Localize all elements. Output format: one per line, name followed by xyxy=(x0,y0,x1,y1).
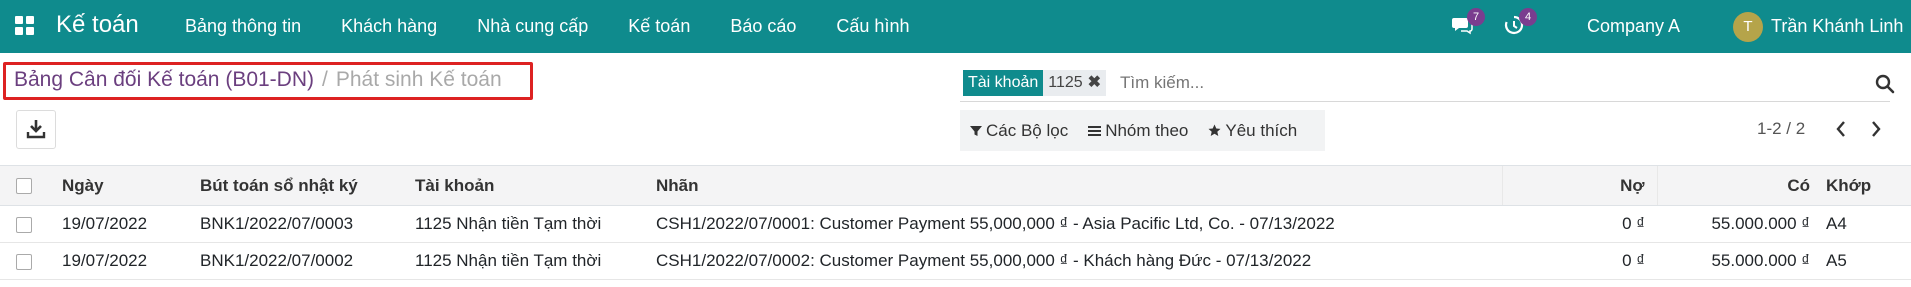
filter-bar: Các Bộ lọc Nhóm theo Yêu thích xyxy=(960,110,1325,151)
menu-item-accounting[interactable]: Kế toán xyxy=(608,0,710,53)
row-checkbox[interactable] xyxy=(16,253,32,270)
kebab-menu-icon: ⋮ xyxy=(1906,176,1911,195)
menu-item-vendors[interactable]: Nhà cung cấp xyxy=(457,0,608,53)
star-icon xyxy=(1208,124,1221,136)
facet-label: Tài khoản xyxy=(963,70,1044,96)
facet-value-wrap: 1125 ✖ xyxy=(1043,70,1107,96)
activities-badge: 4 xyxy=(1519,8,1537,26)
column-header-label[interactable]: Nhãn xyxy=(652,165,1502,206)
apps-menu-icon[interactable] xyxy=(15,16,35,36)
column-header-account[interactable]: Tài khoản xyxy=(411,165,652,206)
optional-columns-toggle[interactable]: ⋮ xyxy=(1902,165,1911,206)
cell-matching: A5 xyxy=(1822,242,1902,280)
group-by-label: Nhóm theo xyxy=(1105,120,1189,140)
cell-label: CSH1/2022/07/0001: Customer Payment 55,0… xyxy=(652,205,1502,243)
group-by-button[interactable]: Nhóm theo xyxy=(1078,121,1198,141)
filters-label: Các Bộ lọc xyxy=(986,120,1069,140)
cell-date: 19/07/2022 xyxy=(58,205,196,243)
pager-previous-icon[interactable] xyxy=(1831,118,1851,140)
row-checkbox-cell xyxy=(0,205,58,243)
column-header-matching[interactable]: Khớp xyxy=(1822,165,1902,206)
cell-empty xyxy=(1902,205,1911,243)
breadcrumb-parent-link[interactable]: Bảng Cân đối Kế toán (B01-DN) xyxy=(14,68,314,91)
menu-item-reporting[interactable]: Báo cáo xyxy=(710,0,816,53)
user-menu[interactable]: Trần Khánh Linh xyxy=(1771,0,1903,53)
company-switcher[interactable]: Company A xyxy=(1587,0,1680,53)
menu-item-customers[interactable]: Khách hàng xyxy=(321,0,457,53)
cell-move: BNK1/2022/07/0003 xyxy=(196,205,411,243)
facet-value: 1125 xyxy=(1048,74,1083,91)
breadcrumb: Bảng Cân đối Kế toán (B01-DN) / Phát sinh … xyxy=(14,68,502,92)
cell-credit: 55.000.000 ₫ xyxy=(1657,205,1822,243)
top-navbar: Kế toán Bảng thông tin Khách hàng Nhà cu… xyxy=(0,0,1911,53)
table-header-row: Ngày Bút toán sổ nhật ký Tài khoản Nhãn … xyxy=(0,165,1911,206)
column-header-credit[interactable]: Có xyxy=(1656,165,1822,206)
cell-debit: 0 ₫ xyxy=(1502,205,1657,243)
move-lines-table: Ngày Bút toán sổ nhật ký Tài khoản Nhãn … xyxy=(0,165,1911,280)
column-header-debit[interactable]: Nợ xyxy=(1501,165,1657,206)
cell-label: CSH1/2022/07/0002: Customer Payment 55,0… xyxy=(652,242,1502,280)
select-all-checkbox[interactable] xyxy=(16,178,32,195)
cell-empty xyxy=(1902,242,1911,280)
cell-matching: A4 xyxy=(1822,205,1902,243)
column-header-move[interactable]: Bút toán sổ nhật ký xyxy=(196,165,411,206)
cell-debit: 0 ₫ xyxy=(1502,242,1657,280)
search-input[interactable] xyxy=(1120,69,1820,97)
row-checkbox[interactable] xyxy=(16,216,32,233)
download-icon xyxy=(26,120,46,139)
search-bar: Tài khoản 1125 ✖ xyxy=(960,69,1895,102)
search-facet: Tài khoản 1125 ✖ xyxy=(963,70,1107,96)
group-by-bars-icon xyxy=(1088,125,1102,136)
row-checkbox-cell xyxy=(0,242,58,280)
favorites-label: Yêu thích xyxy=(1225,120,1298,140)
facet-remove-icon[interactable]: ✖ xyxy=(1088,70,1101,96)
column-header-date[interactable]: Ngày xyxy=(58,165,196,206)
app-brand[interactable]: Kế toán xyxy=(56,11,139,39)
search-icon[interactable] xyxy=(1875,74,1895,94)
messages-badge: 7 xyxy=(1467,8,1485,26)
filters-button[interactable]: Các Bộ lọc xyxy=(960,121,1078,141)
menu-item-dashboard[interactable]: Bảng thông tin xyxy=(165,0,321,53)
filter-funnel-icon xyxy=(970,125,982,136)
favorites-button[interactable]: Yêu thích xyxy=(1198,121,1307,141)
menu-item-configuration[interactable]: Cấu hình xyxy=(816,0,929,53)
cell-account: 1125 Nhận tiền Tạm thời xyxy=(411,205,652,243)
user-avatar[interactable]: T xyxy=(1733,12,1763,42)
cell-move: BNK1/2022/07/0002 xyxy=(196,242,411,280)
breadcrumb-separator: / xyxy=(322,68,328,91)
select-all-checkbox-cell xyxy=(0,165,58,206)
cell-date: 19/07/2022 xyxy=(58,242,196,280)
breadcrumb-current: Phát sinh Kế toán xyxy=(335,68,502,91)
pager-value[interactable]: 1-2 / 2 xyxy=(1757,119,1805,139)
messages-icon[interactable]: 7 xyxy=(1451,8,1485,36)
main-menu: Bảng thông tin Khách hàng Nhà cung cấp K… xyxy=(165,0,929,53)
cell-credit: 55.000.000 ₫ xyxy=(1657,242,1822,280)
activity-clock-icon[interactable]: 4 xyxy=(1503,8,1537,36)
cell-account: 1125 Nhận tiền Tạm thời xyxy=(411,242,652,280)
table-row[interactable]: 19/07/2022 BNK1/2022/07/0003 1125 Nhận t… xyxy=(0,205,1911,243)
table-row[interactable]: 19/07/2022 BNK1/2022/07/0002 1125 Nhận t… xyxy=(0,242,1911,280)
download-xlsx-button[interactable] xyxy=(16,110,56,149)
pager-next-icon[interactable] xyxy=(1866,118,1886,140)
